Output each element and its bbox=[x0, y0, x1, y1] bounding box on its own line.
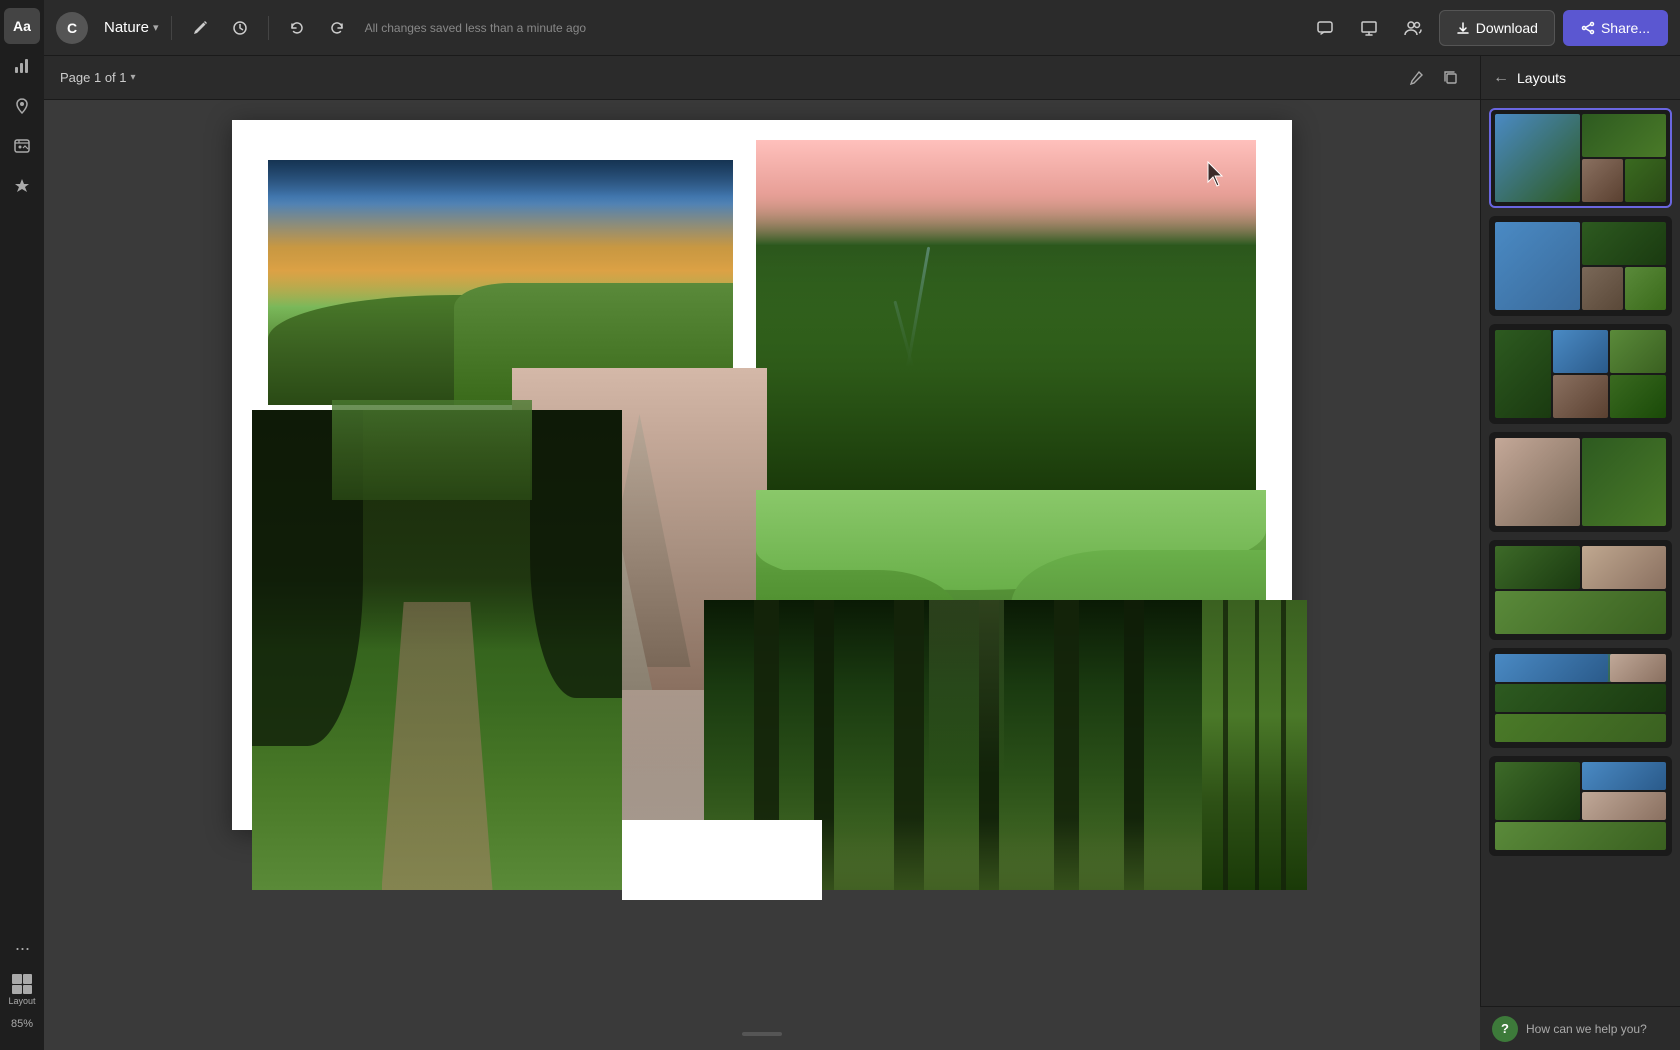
font-icon: Aa bbox=[13, 18, 31, 34]
pencil-icon bbox=[192, 20, 208, 36]
content-area: Page 1 of 1 ▾ bbox=[44, 56, 1680, 1050]
share-access-button[interactable] bbox=[1395, 10, 1431, 46]
undo-button[interactable] bbox=[281, 12, 313, 44]
layout-thumb-5[interactable] bbox=[1489, 540, 1672, 640]
redo-button[interactable] bbox=[321, 12, 353, 44]
canvas-scroll[interactable] bbox=[44, 100, 1480, 1018]
comment-icon bbox=[1316, 19, 1334, 37]
maps-icon bbox=[13, 97, 31, 115]
back-arrow-icon: ← bbox=[1493, 69, 1509, 86]
sidebar-item-media[interactable] bbox=[4, 128, 40, 164]
duplicate-icon bbox=[1443, 70, 1458, 85]
download-button[interactable]: Download bbox=[1439, 10, 1555, 46]
undo-icon bbox=[289, 20, 305, 36]
page-chevron-icon: ▾ bbox=[131, 72, 136, 83]
charts-icon bbox=[13, 57, 31, 75]
pencil-tool-button[interactable] bbox=[184, 12, 216, 44]
sidebar-item-maps[interactable] bbox=[4, 88, 40, 124]
download-icon bbox=[1456, 21, 1470, 35]
edit-tool-button[interactable] bbox=[1402, 64, 1430, 92]
canvas-area: Page 1 of 1 ▾ bbox=[44, 56, 1480, 1050]
chevron-down-icon: ▾ bbox=[153, 21, 159, 34]
page-scroll-handle[interactable] bbox=[742, 1032, 782, 1036]
layout-thumb-4[interactable] bbox=[1489, 432, 1672, 532]
layout-thumb-6[interactable] bbox=[1489, 648, 1672, 748]
help-bar: ? How can we help you? bbox=[1480, 1006, 1680, 1050]
page-indicator[interactable]: Page 1 of 1 ▾ bbox=[60, 70, 136, 85]
app-logo[interactable]: C bbox=[56, 12, 88, 44]
layout-button[interactable]: Layout bbox=[4, 970, 39, 1010]
layout-label: Layout bbox=[8, 996, 35, 1006]
layout-thumb-2[interactable] bbox=[1489, 216, 1672, 316]
layout-icon bbox=[12, 974, 32, 994]
main-area: C Nature ▾ bbox=[44, 0, 1680, 1050]
help-text: How can we help you? bbox=[1526, 1022, 1647, 1036]
layout-thumb-3[interactable] bbox=[1489, 324, 1672, 424]
media-icon bbox=[13, 137, 31, 155]
present-icon bbox=[1360, 19, 1378, 37]
help-button[interactable]: ? bbox=[1492, 1016, 1518, 1042]
history-button[interactable] bbox=[224, 12, 256, 44]
sidebar-item-charts[interactable] bbox=[4, 48, 40, 84]
toolbar-right: Download Share... bbox=[1307, 10, 1668, 46]
present-button[interactable] bbox=[1351, 10, 1387, 46]
document-title[interactable]: Nature ▾ bbox=[104, 19, 159, 36]
layouts-panel: ← Layouts bbox=[1480, 56, 1680, 1050]
photo-aerial[interactable] bbox=[756, 140, 1256, 490]
toolbar: C Nature ▾ bbox=[44, 0, 1680, 56]
toolbar-divider-2 bbox=[268, 16, 269, 40]
layout-thumb-1[interactable] bbox=[1489, 108, 1672, 208]
sidebar-item-font[interactable]: Aa bbox=[4, 8, 40, 44]
clock-icon bbox=[232, 20, 248, 36]
panel-title: Layouts bbox=[1517, 70, 1566, 86]
more-icon: ··· bbox=[15, 938, 30, 959]
sidebar-item-elements[interactable] bbox=[4, 168, 40, 204]
comment-button[interactable] bbox=[1307, 10, 1343, 46]
elements-icon bbox=[13, 177, 31, 195]
zoom-level: 85% bbox=[7, 1014, 37, 1034]
sidebar-item-more[interactable]: ··· bbox=[4, 930, 40, 966]
autosave-status: All changes saved less than a minute ago bbox=[365, 21, 586, 35]
photo-gap-white bbox=[622, 820, 822, 900]
edit-icon bbox=[1409, 70, 1424, 85]
page-bottom bbox=[44, 1018, 1480, 1050]
redo-icon bbox=[329, 20, 345, 36]
page-tools-right bbox=[1402, 64, 1464, 92]
photo-cliffside[interactable] bbox=[332, 400, 532, 500]
layouts-panel-header: ← Layouts bbox=[1481, 56, 1680, 100]
users-icon bbox=[1404, 19, 1422, 37]
photo-trees-right[interactable] bbox=[1202, 600, 1307, 890]
share-button[interactable]: Share... bbox=[1563, 10, 1668, 46]
share-icon bbox=[1581, 21, 1595, 35]
back-button[interactable]: ← bbox=[1493, 69, 1509, 87]
layout-thumb-7[interactable] bbox=[1489, 756, 1672, 856]
page-toolbar: Page 1 of 1 ▾ bbox=[44, 56, 1480, 100]
left-sidebar: Aa ··· bbox=[0, 0, 44, 1050]
layouts-grid bbox=[1481, 100, 1680, 1050]
toolbar-divider-1 bbox=[171, 16, 172, 40]
duplicate-tool-button[interactable] bbox=[1436, 64, 1464, 92]
page-canvas bbox=[232, 120, 1292, 830]
